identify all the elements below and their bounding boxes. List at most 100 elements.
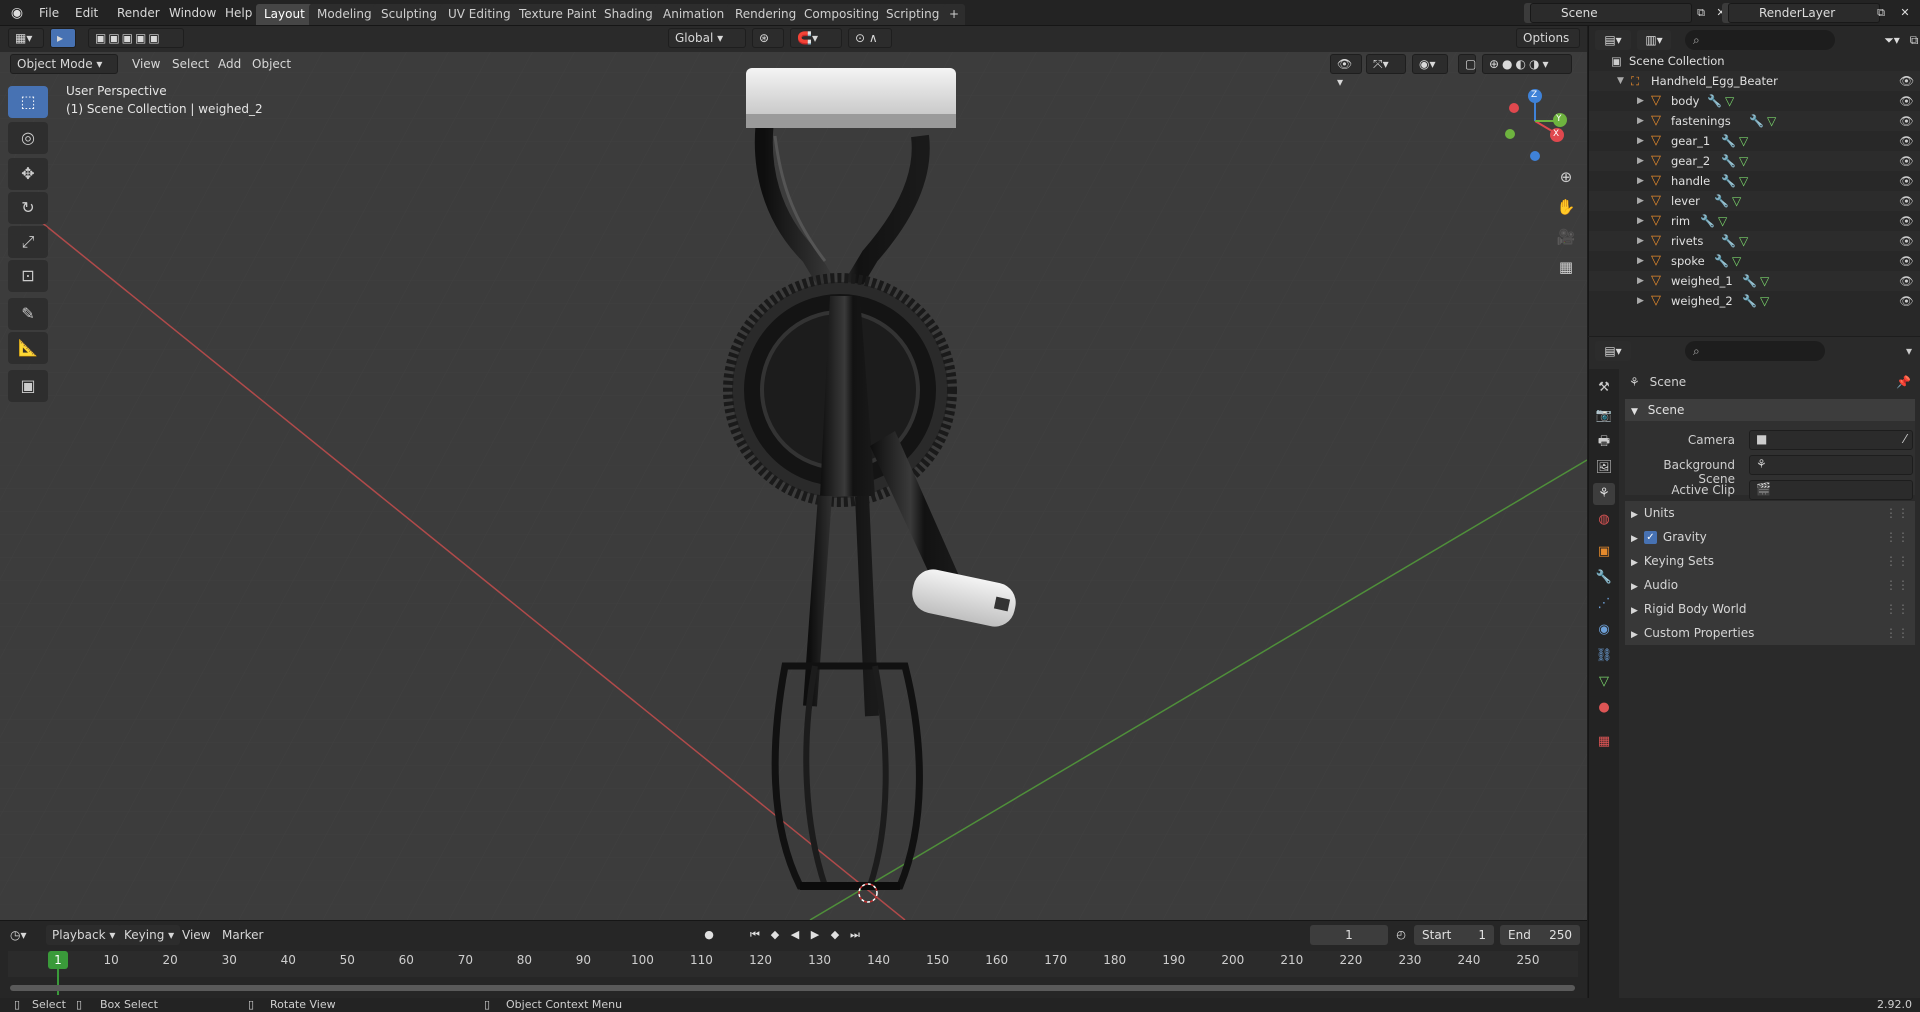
- visibility-eye-icon[interactable]: 👁: [1899, 191, 1914, 211]
- expand-object-icon[interactable]: ▶: [1637, 191, 1644, 211]
- drag-handle-icon[interactable]: ⋮⋮: [1885, 573, 1909, 597]
- texture-tab-icon[interactable]: ▦: [1593, 731, 1615, 753]
- play-reverse-icon[interactable]: ◀: [786, 925, 804, 945]
- subpanel-gravity[interactable]: ▶ ✓ Gravity ⋮⋮: [1625, 525, 1915, 549]
- modifier-icon[interactable]: 🔧: [1707, 91, 1722, 111]
- add-cube-tool-icon[interactable]: ▣: [8, 370, 48, 402]
- modifier-icon[interactable]: 🔧: [1714, 191, 1729, 211]
- object-mode-dropdown[interactable]: Object Mode ▾: [10, 54, 118, 74]
- expand-object-icon[interactable]: ▶: [1637, 271, 1644, 291]
- start-frame-field[interactable]: Start 1: [1414, 925, 1494, 945]
- menu-object[interactable]: Object: [252, 54, 291, 74]
- mesh-data-icon[interactable]: ▽: [1739, 171, 1748, 191]
- move-tool-icon[interactable]: ✥: [8, 158, 48, 190]
- visibility-eye-icon[interactable]: 👁: [1899, 251, 1914, 271]
- modifier-tab-icon[interactable]: 🔧: [1593, 567, 1615, 589]
- current-frame-field[interactable]: 1: [1310, 925, 1388, 945]
- tab-rendering[interactable]: Rendering: [727, 4, 805, 25]
- tab-uv-editing[interactable]: UV Editing: [440, 4, 519, 25]
- menu-window[interactable]: Window: [162, 0, 223, 26]
- mesh-data-icon[interactable]: ▽: [1739, 151, 1748, 171]
- select-mode-icon[interactable]: ▸: [50, 28, 76, 48]
- visibility-eye-icon[interactable]: 👁: [1899, 211, 1914, 231]
- outliner-item-body[interactable]: ▶ ▽ body 🔧 ▽ 👁: [1589, 91, 1920, 111]
- jump-end-icon[interactable]: ⏭: [846, 925, 864, 945]
- outliner-item-lever[interactable]: ▶ ▽ lever 🔧 ▽ 👁: [1589, 191, 1920, 211]
- drag-handle-icon[interactable]: ⋮⋮: [1885, 501, 1909, 525]
- cursor-tool-icon[interactable]: ◎: [8, 122, 48, 154]
- drag-handle-icon[interactable]: ⋮⋮: [1885, 621, 1909, 645]
- blender-logo-icon[interactable]: ◉: [8, 4, 26, 22]
- visibility-eye-icon[interactable]: 👁: [1899, 151, 1914, 171]
- mesh-data-icon[interactable]: ▽: [1732, 251, 1741, 271]
- eyedropper-icon[interactable]: ⁄: [1904, 432, 1906, 446]
- modifier-icon[interactable]: 🔧: [1749, 111, 1764, 131]
- constraints-tab-icon[interactable]: ⛓: [1593, 645, 1615, 667]
- editor-type-icon[interactable]: ▦▾: [8, 28, 44, 48]
- modifier-icon[interactable]: 🔧: [1742, 271, 1757, 291]
- record-icon[interactable]: ●: [700, 925, 718, 945]
- visibility-eye-icon[interactable]: 👁: [1899, 71, 1914, 91]
- drag-handle-icon[interactable]: ⋮⋮: [1885, 597, 1909, 621]
- measure-tool-icon[interactable]: 📐: [8, 332, 48, 364]
- tab-sculpting[interactable]: Sculpting: [373, 4, 446, 25]
- overlay-toggle-icon[interactable]: ◉▾: [1412, 54, 1448, 74]
- menu-file[interactable]: File: [32, 0, 66, 26]
- particles-tab-icon[interactable]: ⋰: [1593, 593, 1615, 615]
- shading-mode-icons[interactable]: ⊕●◐◑▾: [1482, 54, 1572, 74]
- modifier-icon[interactable]: 🔧: [1721, 151, 1736, 171]
- mesh-data-icon[interactable]: ▽: [1767, 111, 1776, 131]
- camera-field[interactable]: ■ ⁄: [1749, 430, 1913, 450]
- new-view-layer-icon[interactable]: ⧉: [1872, 3, 1890, 23]
- scale-tool-icon[interactable]: ⤢: [8, 226, 48, 258]
- modifier-icon[interactable]: 🔧: [1714, 251, 1729, 271]
- visibility-icon[interactable]: 👁▾: [1330, 54, 1362, 89]
- subpanel-units[interactable]: ▶ Units ⋮⋮: [1625, 501, 1915, 525]
- mesh-data-icon[interactable]: ▽: [1718, 211, 1727, 231]
- subpanel-audio[interactable]: ▶ Audio ⋮⋮: [1625, 573, 1915, 597]
- ortho-grid-icon[interactable]: ▦: [1553, 254, 1579, 280]
- rotate-tool-icon[interactable]: ↻: [8, 192, 48, 224]
- timeline-scrollbar[interactable]: [10, 985, 1575, 991]
- jump-start-icon[interactable]: ⏮: [746, 925, 764, 945]
- proportional-edit-icon[interactable]: ⊙ ∧: [848, 28, 892, 48]
- material-tab-icon[interactable]: ●: [1593, 697, 1615, 719]
- outliner-item-gear_2[interactable]: ▶ ▽ gear_2 🔧 ▽ 👁: [1589, 151, 1920, 171]
- visibility-eye-icon[interactable]: 👁: [1899, 291, 1914, 311]
- mesh-data-icon[interactable]: ▽: [1739, 131, 1748, 151]
- camera-view-icon[interactable]: 🎥: [1553, 224, 1579, 250]
- mesh-data-icon[interactable]: ▽: [1732, 191, 1741, 211]
- expand-object-icon[interactable]: ▶: [1637, 171, 1644, 191]
- outliner-editor-type-icon[interactable]: ▤▾: [1595, 30, 1631, 50]
- subpanel-rigid-body-world[interactable]: ▶ Rigid Body World ⋮⋮: [1625, 597, 1915, 621]
- modifier-icon[interactable]: 🔧: [1721, 131, 1736, 151]
- outliner-item-rim[interactable]: ▶ ▽ rim 🔧 ▽ 👁: [1589, 211, 1920, 231]
- playhead[interactable]: 1: [48, 951, 68, 969]
- scene-tab-icon[interactable]: ⚘: [1593, 483, 1615, 505]
- outliner-item-spoke[interactable]: ▶ ▽ spoke 🔧 ▽ 👁: [1589, 251, 1920, 271]
- properties-editor-type-icon[interactable]: ▤▾: [1595, 341, 1631, 361]
- tab-modeling[interactable]: Modeling: [309, 4, 380, 25]
- outliner-item-weighed_1[interactable]: ▶ ▽ weighed_1 🔧 ▽ 👁: [1589, 271, 1920, 291]
- world-tab-icon[interactable]: ◍: [1593, 509, 1615, 531]
- tool-tab-icon[interactable]: ⚒: [1593, 377, 1615, 399]
- xray-toggle-icon[interactable]: ▢: [1458, 54, 1476, 74]
- mesh-data-icon[interactable]: ▽: [1725, 91, 1734, 111]
- properties-options-icon[interactable]: ▾: [1901, 341, 1917, 361]
- pan-hand-icon[interactable]: ✋: [1553, 194, 1579, 220]
- transform-orientation-dropdown[interactable]: Global ▾: [668, 28, 746, 48]
- modifier-icon[interactable]: 🔧: [1742, 291, 1757, 311]
- output-tab-icon[interactable]: 🖶: [1593, 431, 1615, 453]
- active-clip-field[interactable]: 🎬: [1749, 480, 1913, 500]
- tab-compositing[interactable]: Compositing: [796, 4, 888, 25]
- playback-menu[interactable]: Playback ▾: [46, 925, 122, 945]
- visibility-eye-icon[interactable]: 👁: [1899, 231, 1914, 251]
- visibility-eye-icon[interactable]: 👁: [1899, 271, 1914, 291]
- expand-object-icon[interactable]: ▶: [1637, 91, 1644, 111]
- pivot-point-icon[interactable]: ⊛: [752, 28, 784, 48]
- subpanel-keying-sets[interactable]: ▶ Keying Sets ⋮⋮: [1625, 549, 1915, 573]
- pin-icon[interactable]: 📌: [1896, 371, 1911, 393]
- timeline-marker-menu[interactable]: Marker: [222, 925, 263, 945]
- outliner-collection[interactable]: ▼ ⛶ Handheld_Egg_Beater 👁: [1589, 71, 1920, 91]
- modifier-icon[interactable]: 🔧: [1721, 231, 1736, 251]
